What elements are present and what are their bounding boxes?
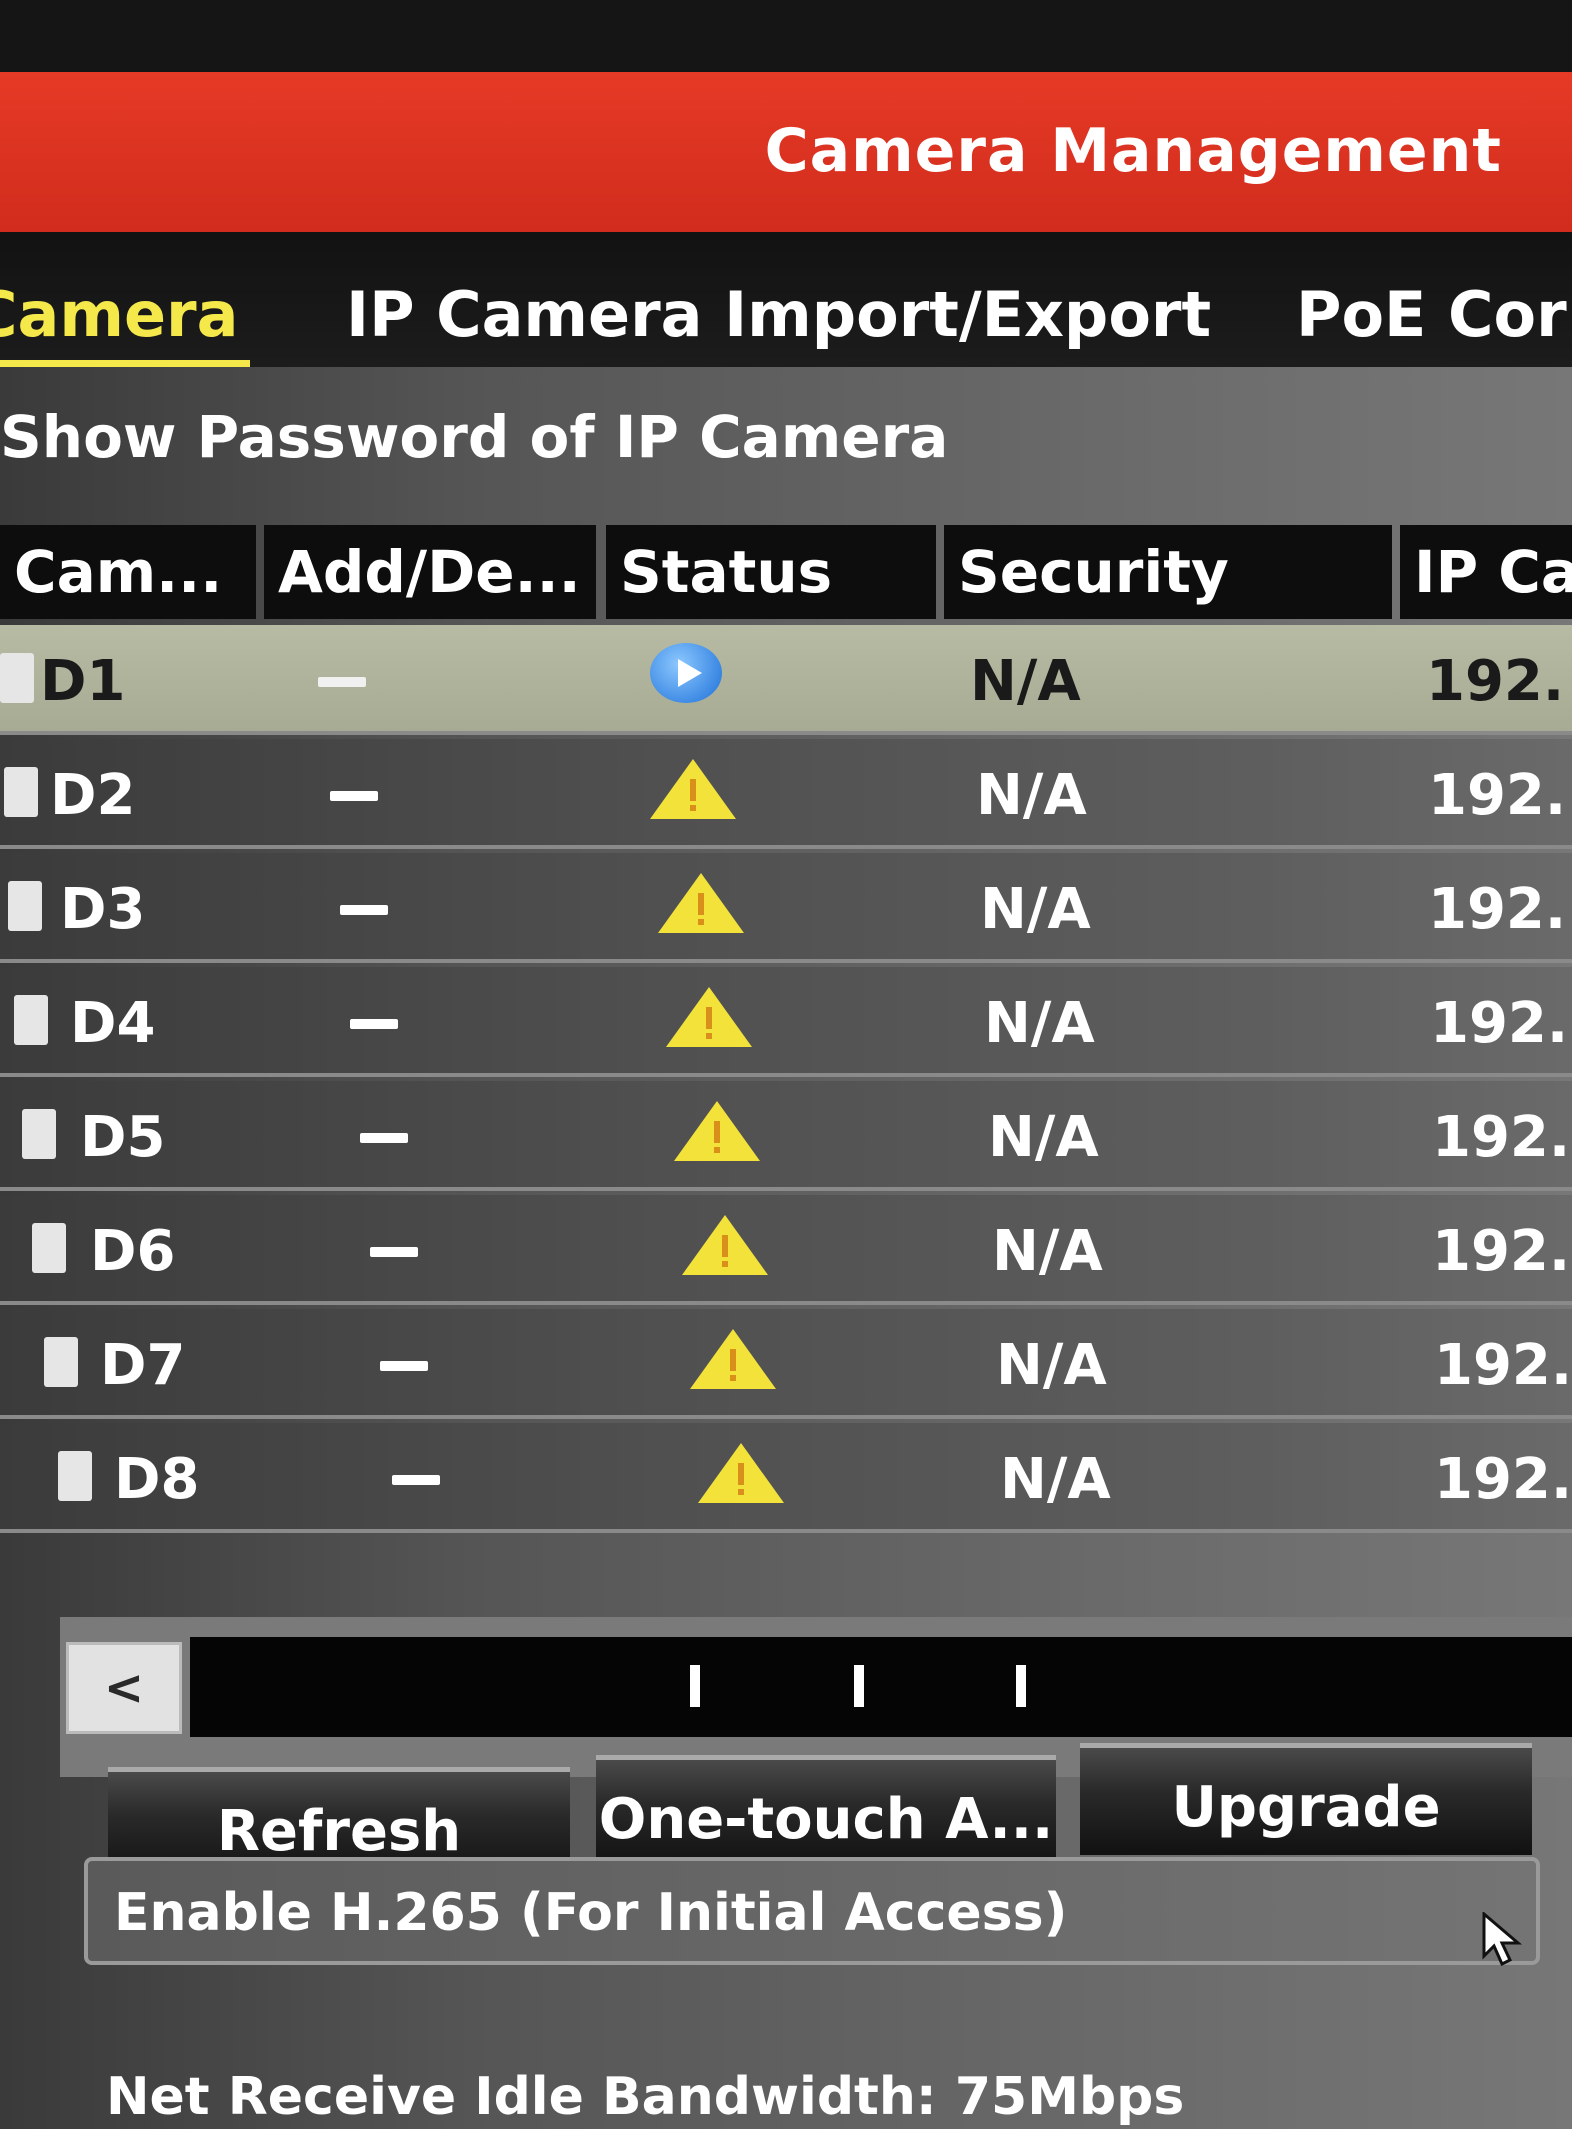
add-delete-icon[interactable] <box>360 1133 408 1143</box>
add-delete-icon[interactable] <box>340 905 388 915</box>
table-row[interactable]: D8 N/A 192. <box>0 1423 1572 1533</box>
security-value: N/A <box>970 649 1081 714</box>
camera-id: D4 <box>70 991 156 1056</box>
camera-panel: Show Password of IP Camera Cam... Add/De… <box>0 367 1572 2129</box>
row-checkbox[interactable] <box>8 881 42 931</box>
top-bezel <box>0 0 1572 72</box>
table-row[interactable]: D6 N/A 192. <box>0 1195 1572 1305</box>
show-password-option[interactable]: Show Password of IP Camera <box>0 403 948 471</box>
ip-address: 192. <box>1432 1105 1571 1170</box>
camera-id: D8 <box>114 1447 200 1512</box>
upgrade-button[interactable]: Upgrade <box>1080 1743 1532 1855</box>
scroll-left-button[interactable]: < <box>66 1642 182 1734</box>
warning-triangle-icon[interactable] <box>672 1099 762 1163</box>
scrollbar-grip[interactable] <box>1016 1665 1026 1707</box>
add-delete-icon[interactable] <box>370 1247 418 1257</box>
row-checkbox[interactable] <box>44 1337 78 1387</box>
table-row[interactable]: D5 N/A 192. <box>0 1081 1572 1191</box>
tab-ip-camera-import-export[interactable]: IP Camera Import/Export <box>346 278 1211 351</box>
play-icon[interactable] <box>650 643 722 703</box>
column-security[interactable]: Security <box>944 525 1392 619</box>
row-checkbox[interactable] <box>32 1223 66 1273</box>
warning-triangle-icon[interactable] <box>696 1441 786 1505</box>
ip-address: 192. <box>1434 1447 1572 1512</box>
camera-id: D7 <box>100 1333 186 1398</box>
security-value: N/A <box>1000 1447 1111 1512</box>
warning-triangle-icon[interactable] <box>664 985 754 1049</box>
page-title: Camera Management <box>764 116 1502 186</box>
tab-poe[interactable]: PoE Cor <box>1296 278 1567 351</box>
enable-h265-label: Enable H.265 (For Initial Access) <box>114 1883 1068 1943</box>
table-row[interactable]: D3 N/A 192. <box>0 853 1572 963</box>
column-add-delete[interactable]: Add/De... <box>264 525 596 619</box>
add-delete-icon[interactable] <box>318 677 366 687</box>
column-status[interactable]: Status <box>606 525 936 619</box>
camera-id: D2 <box>50 763 136 828</box>
row-checkbox[interactable] <box>4 767 38 817</box>
security-value: N/A <box>976 763 1087 828</box>
scrollbar-grip[interactable] <box>690 1665 700 1707</box>
table-row[interactable]: D2 N/A 192. <box>0 739 1572 849</box>
ip-address: 192. <box>1428 877 1567 942</box>
ip-address: 192. <box>1432 1219 1571 1284</box>
one-touch-add-button[interactable]: One-touch A... <box>596 1755 1056 1867</box>
add-delete-icon[interactable] <box>392 1475 440 1485</box>
ip-address: 192. <box>1430 991 1569 1056</box>
camera-table: Cam... Add/De... Status Security IP Ca D… <box>0 525 1572 1533</box>
camera-id: D3 <box>60 877 146 942</box>
camera-id: D1 <box>40 649 126 714</box>
warning-triangle-icon[interactable] <box>680 1213 770 1277</box>
ip-address: 192. <box>1428 763 1567 828</box>
row-checkbox[interactable] <box>0 653 34 703</box>
tab-bar: Camera IP Camera Import/Export PoE Cor <box>0 232 1572 367</box>
warning-triangle-icon[interactable] <box>656 871 746 935</box>
add-delete-icon[interactable] <box>350 1019 398 1029</box>
horizontal-scrollbar[interactable] <box>190 1637 1572 1737</box>
row-checkbox[interactable] <box>58 1451 92 1501</box>
title-bar: Camera Management <box>0 72 1572 232</box>
net-receive-bandwidth: Net Receive Idle Bandwidth: 75Mbps <box>106 2067 1185 2127</box>
security-value: N/A <box>992 1219 1103 1284</box>
ip-address: 192. <box>1434 1333 1572 1398</box>
row-checkbox[interactable] <box>14 995 48 1045</box>
security-value: N/A <box>984 991 1095 1056</box>
camera-id: D6 <box>90 1219 176 1284</box>
security-value: N/A <box>988 1105 1099 1170</box>
table-row[interactable]: D4 N/A 192. <box>0 967 1572 1077</box>
table-header: Cam... Add/De... Status Security IP Ca <box>0 525 1572 625</box>
warning-triangle-icon[interactable] <box>648 757 738 821</box>
mouse-pointer-icon <box>1482 1912 1523 1966</box>
row-checkbox[interactable] <box>22 1109 56 1159</box>
table-row[interactable]: D1 N/A 192. <box>0 625 1572 735</box>
column-camera[interactable]: Cam... <box>0 525 256 619</box>
security-value: N/A <box>980 877 1091 942</box>
scrollbar-grip[interactable] <box>854 1665 864 1707</box>
active-tab-underline <box>0 360 250 367</box>
ip-address: 192. <box>1426 649 1565 714</box>
tab-camera[interactable]: Camera <box>0 278 238 351</box>
table-row[interactable]: D7 N/A 192. <box>0 1309 1572 1419</box>
security-value: N/A <box>996 1333 1107 1398</box>
column-ip-address[interactable]: IP Ca <box>1400 525 1572 619</box>
camera-id: D5 <box>80 1105 166 1170</box>
enable-h265-option[interactable]: Enable H.265 (For Initial Access) <box>84 1857 1540 1965</box>
add-delete-icon[interactable] <box>380 1361 428 1371</box>
warning-triangle-icon[interactable] <box>688 1327 778 1391</box>
add-delete-icon[interactable] <box>330 791 378 801</box>
